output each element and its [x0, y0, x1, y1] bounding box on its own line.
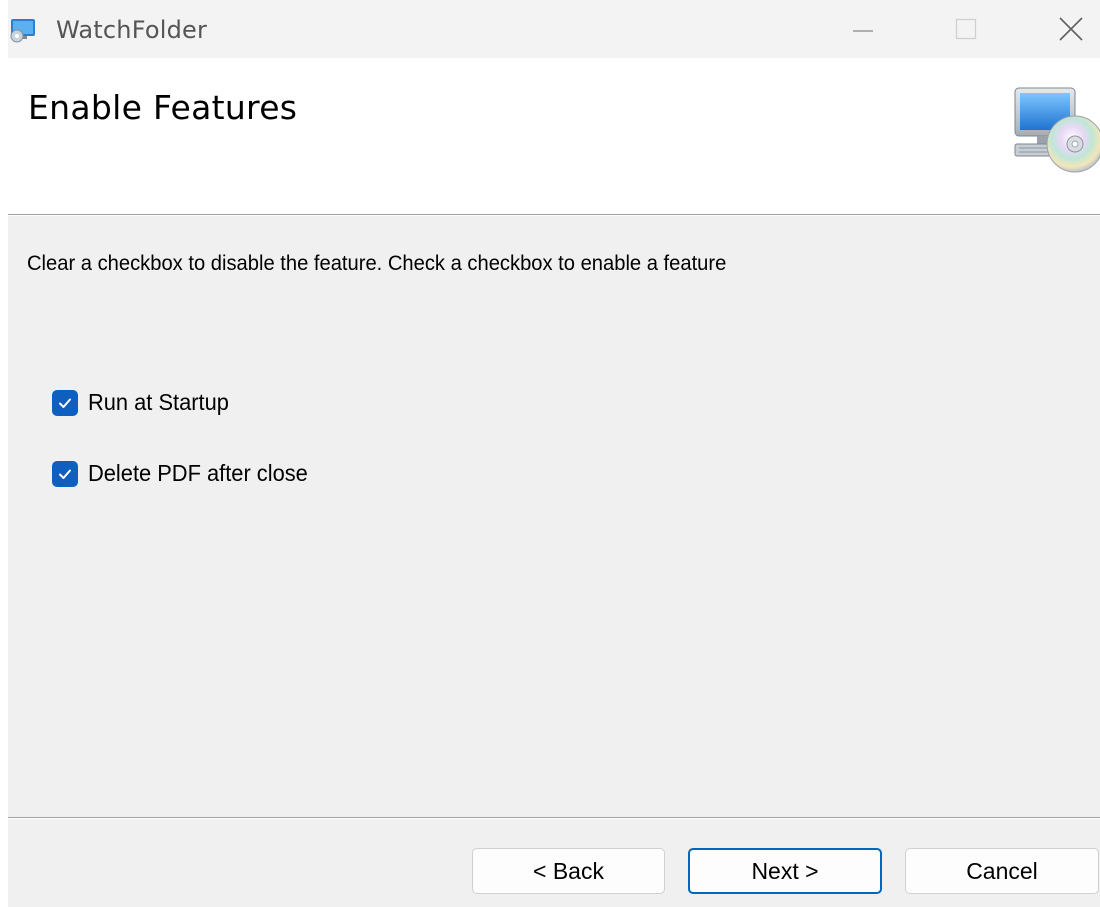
window-title: WatchFolder — [56, 16, 208, 44]
back-button[interactable]: < Back — [472, 848, 665, 894]
installer-window: WatchFolder Enable Features Clear a chec… — [0, 0, 1100, 907]
header-banner: Enable Features — [8, 58, 1100, 214]
run-at-startup-label[interactable]: Run at Startup — [88, 389, 229, 416]
delete-pdf-label[interactable]: Delete PDF after close — [88, 460, 308, 487]
minimize-icon — [853, 30, 873, 32]
cancel-button[interactable]: Cancel — [905, 848, 1099, 894]
feature-delete-pdf[interactable]: Delete PDF after close — [52, 460, 319, 487]
page-title: Enable Features — [28, 88, 298, 127]
next-button[interactable]: Next > — [688, 848, 882, 894]
feature-run-at-startup[interactable]: Run at Startup — [52, 389, 236, 416]
maximize-button[interactable] — [943, 8, 989, 50]
checkmark-icon — [59, 398, 71, 408]
close-button[interactable] — [1048, 8, 1094, 50]
title-bar[interactable]: WatchFolder — [8, 0, 1100, 58]
header-separator — [8, 214, 1100, 216]
footer-separator — [8, 817, 1100, 819]
instruction-text: Clear a checkbox to disable the feature.… — [27, 252, 727, 275]
checkmark-icon — [59, 469, 71, 479]
minimize-button[interactable] — [840, 8, 886, 50]
maximize-icon — [955, 18, 977, 40]
run-at-startup-checkbox[interactable] — [52, 389, 78, 416]
computer-cd-icon — [1003, 84, 1100, 184]
close-icon — [1059, 17, 1083, 41]
installer-app-icon — [10, 17, 38, 43]
delete-pdf-checkbox[interactable] — [52, 460, 78, 487]
